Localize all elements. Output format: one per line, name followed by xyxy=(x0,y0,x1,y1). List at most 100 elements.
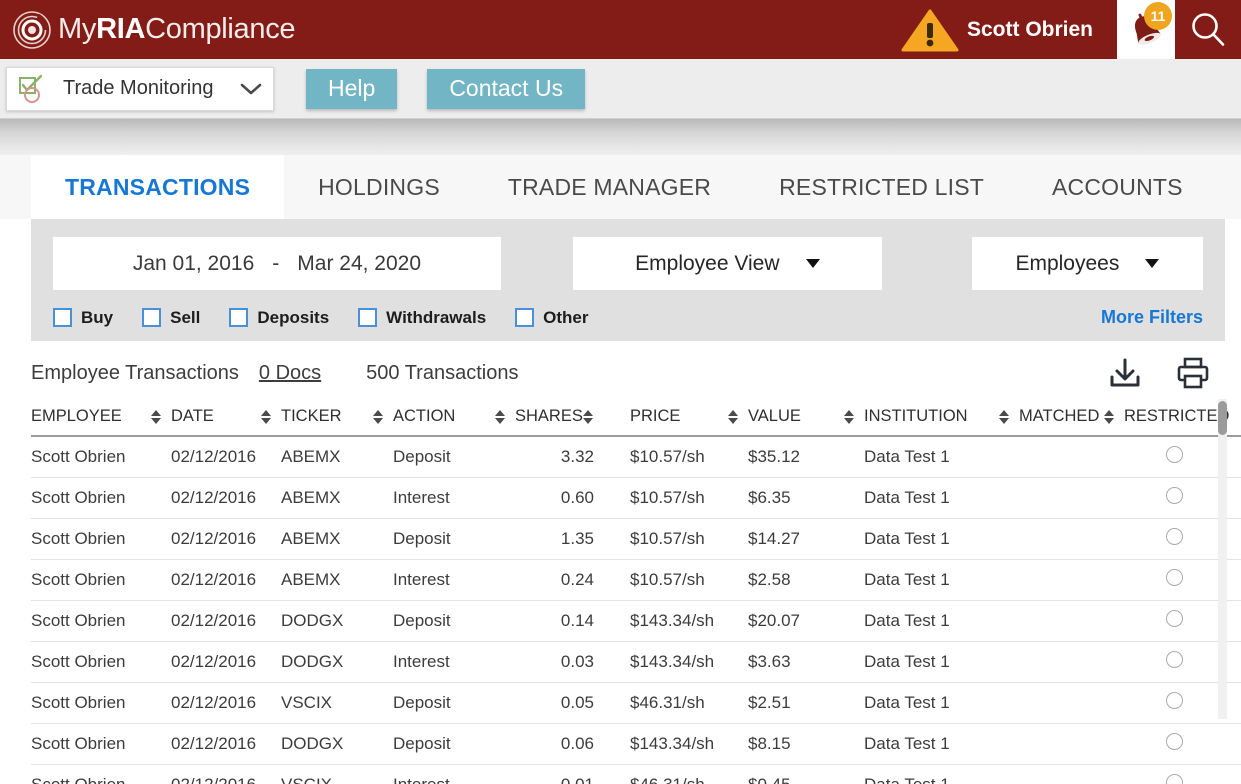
notifications-button[interactable]: 11 xyxy=(1117,0,1175,59)
checkbox-box-icon xyxy=(142,308,161,327)
cell-price: $143.34/sh xyxy=(630,724,748,765)
table-row[interactable]: Scott Obrien02/12/2016DODGXDeposit0.14$1… xyxy=(31,601,1241,642)
col-label-shares: SHARES xyxy=(515,407,583,426)
table-row[interactable]: Scott Obrien02/12/2016VSCIXInterest0.01$… xyxy=(31,765,1241,784)
table-scrollbar-thumb[interactable] xyxy=(1218,401,1227,435)
brand-logo[interactable]: MyRIACompliance xyxy=(0,10,295,50)
col-header-action[interactable]: ACTION xyxy=(393,399,515,436)
more-filters-link[interactable]: More Filters xyxy=(1101,307,1203,328)
entity-select[interactable]: Employees xyxy=(972,237,1203,290)
restricted-radio[interactable] xyxy=(1166,651,1183,668)
cell-date: 02/12/2016 xyxy=(171,478,281,519)
tab-accounts[interactable]: ACCOUNTS xyxy=(1018,155,1217,219)
download-icon[interactable] xyxy=(1108,357,1142,389)
table-row[interactable]: Scott Obrien02/12/2016DODGXInterest0.03$… xyxy=(31,642,1241,683)
col-label-date: DATE xyxy=(171,407,214,426)
module-selector[interactable]: Trade Monitoring xyxy=(6,67,274,111)
cell-value: $3.63 xyxy=(748,642,864,683)
col-header-institution[interactable]: INSTITUTION xyxy=(864,399,1019,436)
table-row[interactable]: Scott Obrien02/12/2016ABEMXDeposit3.32$1… xyxy=(31,436,1241,478)
brand-suffix: Compliance xyxy=(145,13,295,45)
table-row[interactable]: Scott Obrien02/12/2016VSCIXDeposit0.05$4… xyxy=(31,683,1241,724)
cell-institution: Data Test 1 xyxy=(864,683,1019,724)
sort-toggle-icon[interactable] xyxy=(495,410,505,424)
notification-count-badge: 11 xyxy=(1144,2,1172,30)
cell-matched xyxy=(1019,436,1124,478)
sort-toggle-icon[interactable] xyxy=(999,410,1009,424)
cell-shares: 0.24 xyxy=(515,560,630,601)
cell-price: $46.31/sh xyxy=(630,765,748,784)
cell-price: $10.57/sh xyxy=(630,519,748,560)
restricted-radio[interactable] xyxy=(1166,733,1183,750)
view-select[interactable]: Employee View xyxy=(573,237,882,290)
sort-toggle-icon[interactable] xyxy=(373,410,383,424)
checkbox-withdrawals[interactable]: Withdrawals xyxy=(358,308,486,328)
checkbox-buy-label: Buy xyxy=(81,308,113,328)
checkbox-other[interactable]: Other xyxy=(515,308,588,328)
user-name-label[interactable]: Scott Obrien xyxy=(967,18,1093,42)
date-to-value: Mar 24, 2020 xyxy=(297,252,421,276)
entity-select-value: Employees xyxy=(1015,252,1119,276)
table-row[interactable]: Scott Obrien02/12/2016ABEMXDeposit1.35$1… xyxy=(31,519,1241,560)
cell-price: $10.57/sh xyxy=(630,560,748,601)
date-from-value: Jan 01, 2016 xyxy=(133,252,254,276)
transactions-table: EMPLOYEE DATE TICKER ACTION SHARES PRICE… xyxy=(31,399,1241,784)
restricted-radio[interactable] xyxy=(1166,446,1183,463)
date-range-input[interactable]: Jan 01, 2016 - Mar 24, 2020 xyxy=(53,237,501,290)
col-header-employee[interactable]: EMPLOYEE xyxy=(31,399,171,436)
col-header-price[interactable]: PRICE xyxy=(630,399,748,436)
restricted-radio[interactable] xyxy=(1166,610,1183,627)
col-header-date[interactable]: DATE xyxy=(171,399,281,436)
table-row[interactable]: Scott Obrien02/12/2016ABEMXInterest0.60$… xyxy=(31,478,1241,519)
trade-monitoring-icon xyxy=(17,74,49,104)
header-right-group: Scott Obrien 11 xyxy=(901,0,1241,59)
table-scrollbar[interactable] xyxy=(1218,399,1227,719)
filter-panel: Jan 01, 2016 - Mar 24, 2020 Employee Vie… xyxy=(31,219,1225,341)
search-button[interactable] xyxy=(1175,0,1241,59)
cell-price: $143.34/sh xyxy=(630,601,748,642)
cell-value: $6.35 xyxy=(748,478,864,519)
chevron-down-icon xyxy=(806,259,820,268)
cell-action: Deposit xyxy=(393,683,515,724)
col-header-ticker[interactable]: TICKER xyxy=(281,399,393,436)
restricted-radio[interactable] xyxy=(1166,487,1183,504)
cell-employee: Scott Obrien xyxy=(31,436,171,478)
help-button[interactable]: Help xyxy=(306,69,397,109)
print-icon[interactable] xyxy=(1176,357,1210,389)
checkbox-deposits[interactable]: Deposits xyxy=(229,308,329,328)
col-header-matched[interactable]: MATCHED xyxy=(1019,399,1124,436)
contact-us-button[interactable]: Contact Us xyxy=(427,69,585,109)
col-label-action: ACTION xyxy=(393,407,455,426)
cell-date: 02/12/2016 xyxy=(171,642,281,683)
sort-toggle-icon[interactable] xyxy=(728,410,738,424)
table-row[interactable]: Scott Obrien02/12/2016DODGXDeposit0.06$1… xyxy=(31,724,1241,765)
restricted-radio[interactable] xyxy=(1166,692,1183,709)
tab-trade-manager[interactable]: TRADE MANAGER xyxy=(474,155,745,219)
view-select-value: Employee View xyxy=(635,252,779,276)
brand-bold: RIA xyxy=(96,13,145,45)
checkbox-sell[interactable]: Sell xyxy=(142,308,200,328)
tab-restricted-list[interactable]: RESTRICTED LIST xyxy=(745,155,1018,219)
cell-value: $0.45 xyxy=(748,765,864,784)
sort-toggle-icon[interactable] xyxy=(261,410,271,424)
chevron-down-icon xyxy=(239,81,263,97)
tab-transactions[interactable]: TRANSACTIONS xyxy=(31,155,284,219)
col-header-value[interactable]: VALUE xyxy=(748,399,864,436)
table-row[interactable]: Scott Obrien02/12/2016ABEMXInterest0.24$… xyxy=(31,560,1241,601)
col-header-shares[interactable]: SHARES xyxy=(515,399,630,436)
restricted-radio[interactable] xyxy=(1166,528,1183,545)
restricted-radio[interactable] xyxy=(1166,774,1183,784)
cell-action: Deposit xyxy=(393,724,515,765)
sort-toggle-icon[interactable] xyxy=(1104,410,1114,424)
sort-toggle-icon[interactable] xyxy=(583,410,593,424)
docs-link[interactable]: 0 Docs xyxy=(259,362,321,385)
checkbox-buy[interactable]: Buy xyxy=(53,308,113,328)
sort-toggle-icon[interactable] xyxy=(844,410,854,424)
tab-holdings[interactable]: HOLDINGS xyxy=(284,155,474,219)
cell-date: 02/12/2016 xyxy=(171,724,281,765)
restricted-radio[interactable] xyxy=(1166,569,1183,586)
col-label-matched: MATCHED xyxy=(1019,407,1099,426)
sort-toggle-icon[interactable] xyxy=(151,410,161,424)
cell-matched xyxy=(1019,478,1124,519)
warning-triangle-icon[interactable] xyxy=(901,8,959,52)
